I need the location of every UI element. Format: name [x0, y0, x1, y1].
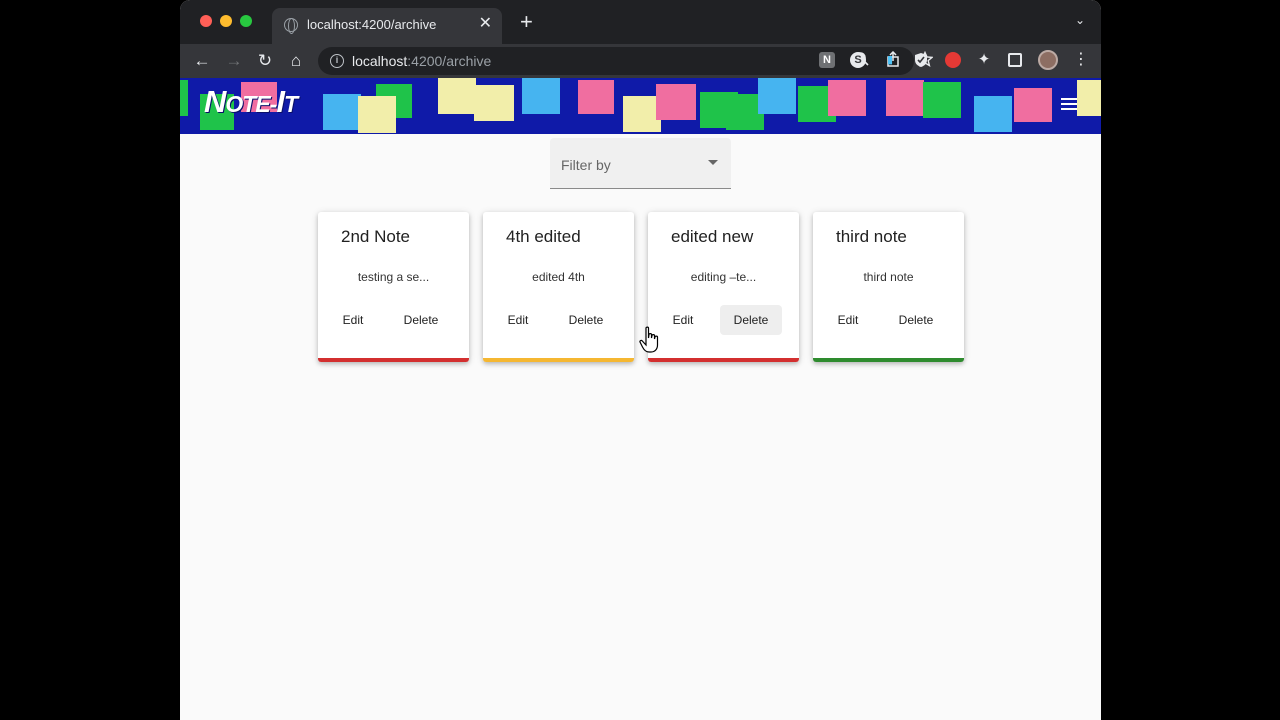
note-body: editing –te... [690, 270, 757, 284]
sticky-note-decoration [828, 80, 866, 116]
tab-title: localhost:4200/archive [307, 17, 437, 32]
extension-n-icon[interactable]: N [819, 52, 835, 68]
browser-tab[interactable]: localhost:4200/archive ✕ [272, 8, 502, 44]
note-card: 4th edited edited 4th Edit Delete [483, 212, 634, 362]
hamburger-menu-icon[interactable] [1061, 98, 1077, 112]
sticky-note-decoration [180, 80, 188, 116]
sticky-note-decoration [974, 96, 1012, 132]
extension-tube-icon[interactable]: ▮ [882, 52, 898, 68]
profile-avatar[interactable] [1038, 50, 1058, 70]
app-header: NOTE-IT [180, 78, 1101, 134]
note-body: third note [863, 270, 914, 284]
note-title: third note [836, 227, 907, 246]
site-info-icon[interactable]: i [330, 54, 344, 68]
note-color-bar [318, 358, 469, 362]
note-title: edited new [671, 227, 754, 246]
delete-button[interactable]: Delete [555, 305, 617, 335]
sticky-note-decoration [758, 78, 796, 114]
extensions-puzzle-icon[interactable]: ✦ [976, 52, 992, 68]
new-tab-button[interactable]: + [520, 10, 533, 34]
logo-letter-n: N [204, 84, 226, 119]
browser-window: localhost:4200/archive ✕ + ⌄ ← → ↻ ⌂ i l… [180, 0, 1101, 720]
note-card: 2nd Note testing a se... Edit Delete [318, 212, 469, 362]
sticky-note-decoration [438, 78, 476, 114]
reload-button[interactable]: ↻ [253, 49, 277, 73]
url-path: :4200/archive [407, 53, 492, 69]
close-window-button[interactable] [200, 15, 212, 27]
minimize-window-button[interactable] [220, 15, 232, 27]
tab-strip: localhost:4200/archive ✕ + ⌄ [180, 0, 1101, 44]
forward-button[interactable]: → [222, 49, 246, 73]
note-title: 2nd Note [341, 227, 410, 246]
sticky-note-decoration [474, 85, 514, 121]
hand-pointer-cursor-icon [639, 326, 659, 353]
globe-icon [284, 18, 298, 34]
extension-red-icon[interactable] [945, 52, 961, 68]
sticky-note-decoration [578, 80, 614, 114]
home-button[interactable]: ⌂ [284, 49, 308, 73]
edit-button[interactable]: Edit [335, 305, 371, 335]
sticky-note-decoration [923, 82, 961, 118]
note-card: edited new editing –te... Edit Delete [648, 212, 799, 362]
sticky-note-decoration [886, 80, 924, 116]
sticky-note-decoration [358, 96, 396, 133]
filter-select[interactable]: Filter by [550, 138, 731, 189]
url-text[interactable]: localhost:4200/archive [352, 53, 491, 69]
edit-button[interactable]: Edit [665, 305, 701, 335]
delete-button[interactable]: Delete [885, 305, 947, 335]
note-card: third note third note Edit Delete [813, 212, 964, 362]
sticky-note-decoration [522, 78, 560, 114]
note-color-bar [483, 358, 634, 362]
back-button[interactable]: ← [190, 49, 214, 73]
sticky-note-decoration [1014, 88, 1052, 122]
sticky-note-decoration [1077, 80, 1101, 116]
logo-letter-i: I [276, 84, 285, 119]
app-logo[interactable]: NOTE-IT [204, 84, 298, 120]
maximize-window-button[interactable] [240, 15, 252, 27]
note-color-bar [648, 358, 799, 362]
delete-button[interactable]: Delete [390, 305, 452, 335]
note-title: 4th edited [506, 227, 581, 246]
sticky-note-decoration [323, 94, 361, 130]
edit-button[interactable]: Edit [500, 305, 536, 335]
delete-button[interactable]: Delete [720, 305, 782, 335]
edit-button[interactable]: Edit [830, 305, 866, 335]
url-host: localhost [352, 53, 408, 69]
logo-letter-t: T [283, 91, 298, 117]
sticky-note-decoration [656, 84, 696, 120]
browser-toolbar: ← → ↻ ⌂ i localhost:4200/archive N S ▮ ✦… [180, 44, 1101, 78]
filter-label: Filter by [561, 157, 611, 173]
extension-shield-icon[interactable] [913, 52, 929, 68]
tab-close-icon[interactable]: ✕ [479, 14, 492, 34]
browser-menu-icon[interactable]: ⋮ [1073, 50, 1089, 70]
logo-ote: OTE- [225, 91, 277, 117]
extension-s-icon[interactable]: S [850, 52, 866, 68]
note-color-bar [813, 358, 964, 362]
side-panel-icon[interactable] [1008, 53, 1022, 67]
dropdown-arrow-icon [708, 160, 718, 165]
tab-search-icon[interactable]: ⌄ [1075, 13, 1085, 27]
note-body: edited 4th [532, 270, 585, 284]
note-body: testing a se... [357, 270, 430, 284]
